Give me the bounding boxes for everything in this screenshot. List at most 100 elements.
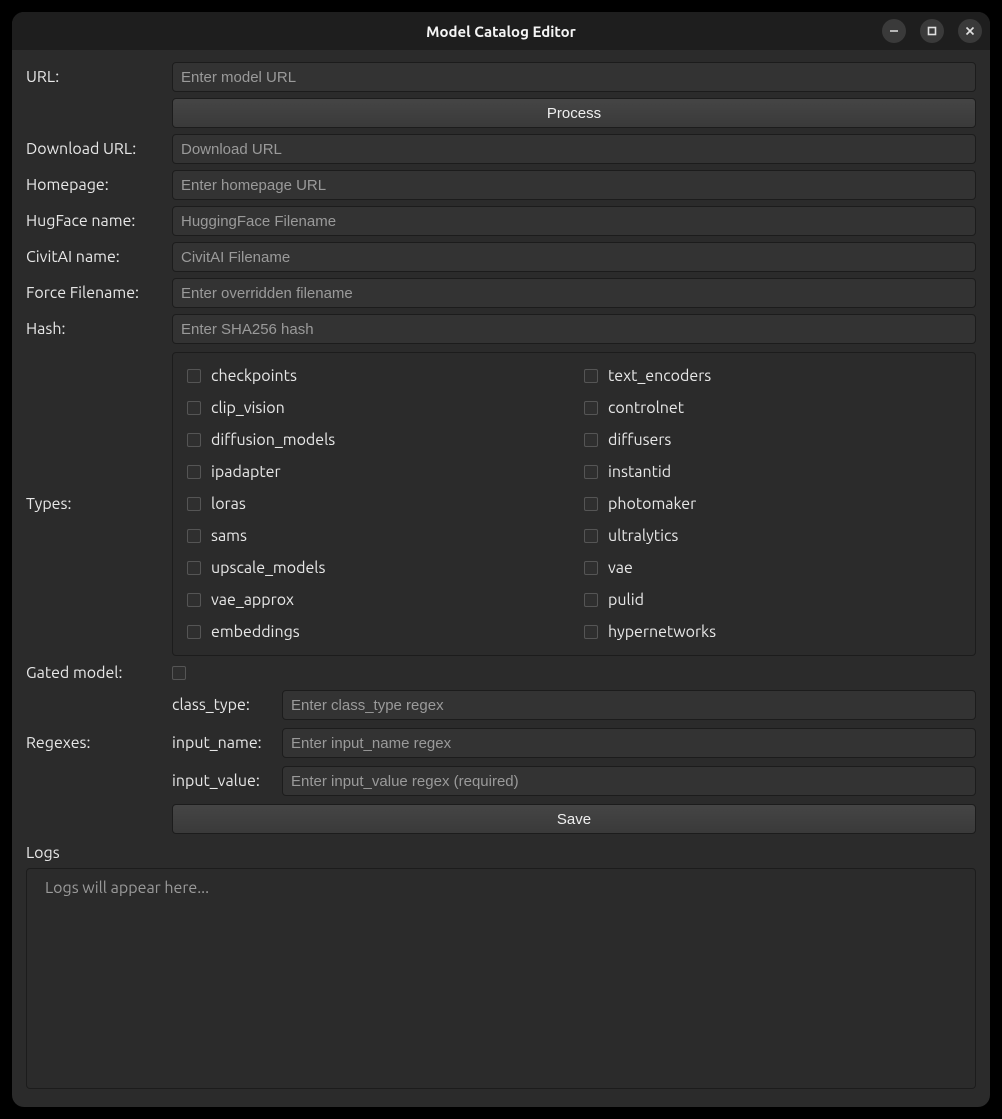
type-checkbox-vae_approx[interactable] bbox=[187, 593, 201, 607]
app-window: Model Catalog Editor URL: Process bbox=[12, 12, 990, 1107]
type-option-vae: vae bbox=[584, 559, 961, 577]
hash-input[interactable] bbox=[172, 314, 976, 344]
type-label: loras bbox=[211, 495, 246, 513]
type-checkbox-pulid[interactable] bbox=[584, 593, 598, 607]
url-row: URL: bbox=[26, 62, 976, 92]
save-button[interactable]: Save bbox=[172, 804, 976, 834]
maximize-icon bbox=[927, 26, 937, 36]
types-label: Types: bbox=[26, 495, 164, 513]
type-label: vae bbox=[608, 559, 633, 577]
homepage-label: Homepage: bbox=[26, 176, 164, 194]
process-row: Process bbox=[26, 98, 976, 128]
window-title: Model Catalog Editor bbox=[426, 23, 576, 40]
type-checkbox-clip_vision[interactable] bbox=[187, 401, 201, 415]
class-type-row: class_type: bbox=[172, 690, 976, 720]
input-name-label: input_name: bbox=[172, 734, 276, 752]
logs-placeholder: Logs will appear here... bbox=[45, 879, 209, 897]
type-option-vae_approx: vae_approx bbox=[187, 591, 564, 609]
type-checkbox-photomaker[interactable] bbox=[584, 497, 598, 511]
gated-checkbox[interactable] bbox=[172, 666, 186, 680]
force-filename-label: Force Filename: bbox=[26, 284, 164, 302]
type-checkbox-ipadapter[interactable] bbox=[187, 465, 201, 479]
type-checkbox-ultralytics[interactable] bbox=[584, 529, 598, 543]
homepage-input[interactable] bbox=[172, 170, 976, 200]
download-url-row: Download URL: bbox=[26, 134, 976, 164]
type-option-ipadapter: ipadapter bbox=[187, 463, 564, 481]
url-input[interactable] bbox=[172, 62, 976, 92]
content-area: URL: Process Download URL: Homepage: Hug… bbox=[12, 50, 990, 1107]
class-type-label: class_type: bbox=[172, 696, 276, 714]
input-value-row: input_value: bbox=[172, 766, 976, 796]
download-url-input[interactable] bbox=[172, 134, 976, 164]
type-label: text_encoders bbox=[608, 367, 711, 385]
type-option-controlnet: controlnet bbox=[584, 399, 961, 417]
input-value-label: input_value: bbox=[172, 772, 276, 790]
type-checkbox-diffusion_models[interactable] bbox=[187, 433, 201, 447]
type-label: embeddings bbox=[211, 623, 300, 641]
logs-label: Logs bbox=[26, 844, 976, 862]
type-checkbox-controlnet[interactable] bbox=[584, 401, 598, 415]
logs-output: Logs will appear here... bbox=[26, 868, 976, 1089]
type-label: photomaker bbox=[608, 495, 696, 513]
type-option-hypernetworks: hypernetworks bbox=[584, 623, 961, 641]
class-type-input[interactable] bbox=[282, 690, 976, 720]
type-option-ultralytics: ultralytics bbox=[584, 527, 961, 545]
input-name-input[interactable] bbox=[282, 728, 976, 758]
type-option-text_encoders: text_encoders bbox=[584, 367, 961, 385]
types-row: Types: checkpoints text_encoders clip_visi… bbox=[26, 352, 976, 656]
type-label: hypernetworks bbox=[608, 623, 716, 641]
hugface-input[interactable] bbox=[172, 206, 976, 236]
type-label: controlnet bbox=[608, 399, 684, 417]
gated-row: Gated model: bbox=[26, 664, 976, 682]
type-option-diffusers: diffusers bbox=[584, 431, 961, 449]
hugface-label: HugFace name: bbox=[26, 212, 164, 230]
type-checkbox-instantid[interactable] bbox=[584, 465, 598, 479]
window-controls bbox=[882, 12, 982, 50]
type-label: ultralytics bbox=[608, 527, 678, 545]
type-option-pulid: pulid bbox=[584, 591, 961, 609]
type-label: instantid bbox=[608, 463, 671, 481]
process-button[interactable]: Process bbox=[172, 98, 976, 128]
input-value-input[interactable] bbox=[282, 766, 976, 796]
type-option-sams: sams bbox=[187, 527, 564, 545]
regexes-row: Regexes: class_type: input_name: input_v… bbox=[26, 690, 976, 796]
type-option-photomaker: photomaker bbox=[584, 495, 961, 513]
type-checkbox-hypernetworks[interactable] bbox=[584, 625, 598, 639]
type-checkbox-diffusers[interactable] bbox=[584, 433, 598, 447]
maximize-button[interactable] bbox=[920, 19, 944, 43]
types-grid: checkpoints text_encoders clip_vision contr… bbox=[172, 352, 976, 656]
close-button[interactable] bbox=[958, 19, 982, 43]
type-checkbox-checkpoints[interactable] bbox=[187, 369, 201, 383]
save-row: Save bbox=[26, 804, 976, 834]
force-filename-input[interactable] bbox=[172, 278, 976, 308]
civitai-input[interactable] bbox=[172, 242, 976, 272]
hash-label: Hash: bbox=[26, 320, 164, 338]
type-option-checkpoints: checkpoints bbox=[187, 367, 564, 385]
titlebar: Model Catalog Editor bbox=[12, 12, 990, 50]
close-icon bbox=[965, 26, 975, 36]
type-option-diffusion_models: diffusion_models bbox=[187, 431, 564, 449]
gated-label: Gated model: bbox=[26, 664, 164, 682]
type-label: upscale_models bbox=[211, 559, 325, 577]
type-checkbox-vae[interactable] bbox=[584, 561, 598, 575]
type-option-upscale_models: upscale_models bbox=[187, 559, 564, 577]
force-filename-row: Force Filename: bbox=[26, 278, 976, 308]
type-label: diffusion_models bbox=[211, 431, 335, 449]
type-checkbox-embeddings[interactable] bbox=[187, 625, 201, 639]
url-label: URL: bbox=[26, 68, 164, 86]
input-name-row: input_name: bbox=[172, 728, 976, 758]
type-checkbox-upscale_models[interactable] bbox=[187, 561, 201, 575]
minimize-button[interactable] bbox=[882, 19, 906, 43]
hugface-row: HugFace name: bbox=[26, 206, 976, 236]
type-label: pulid bbox=[608, 591, 644, 609]
minimize-icon bbox=[889, 26, 899, 36]
type-label: sams bbox=[211, 527, 247, 545]
type-checkbox-loras[interactable] bbox=[187, 497, 201, 511]
type-checkbox-sams[interactable] bbox=[187, 529, 201, 543]
type-checkbox-text_encoders[interactable] bbox=[584, 369, 598, 383]
type-label: ipadapter bbox=[211, 463, 281, 481]
type-label: clip_vision bbox=[211, 399, 285, 417]
civitai-label: CivitAI name: bbox=[26, 248, 164, 266]
type-label: checkpoints bbox=[211, 367, 297, 385]
type-option-loras: loras bbox=[187, 495, 564, 513]
